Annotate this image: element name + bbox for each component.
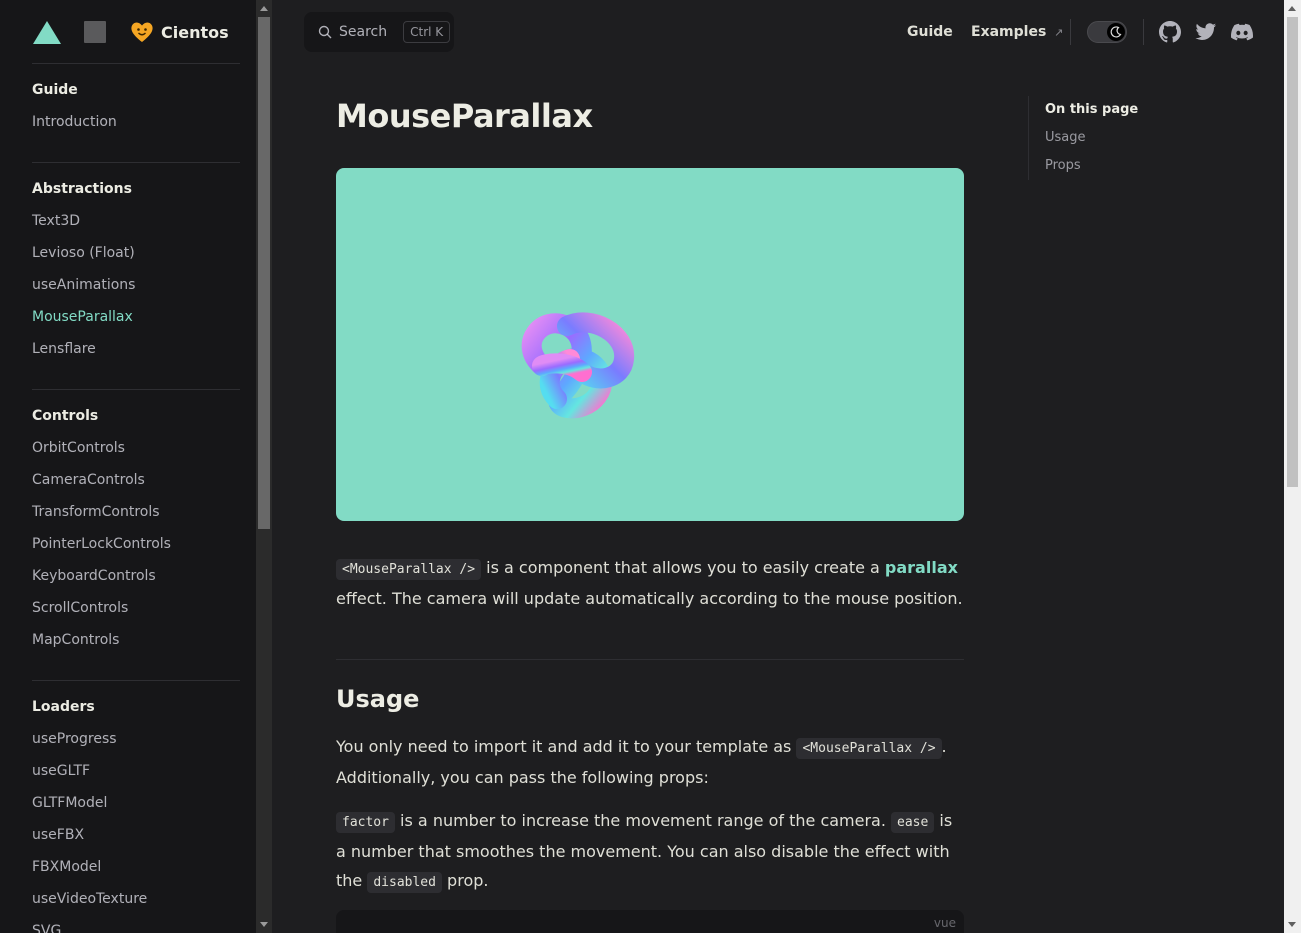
code-lang-label: vue <box>933 916 956 930</box>
sidebar-item-mouseparallax[interactable]: MouseParallax <box>32 301 240 333</box>
code-block[interactable]: vue <box>336 910 964 933</box>
sidebar-section-controls: Controls OrbitControls CameraControls Tr… <box>32 404 240 656</box>
sidebar-item-cameracontrols[interactable]: CameraControls <box>32 464 240 496</box>
inline-code: ease <box>891 812 935 833</box>
sidebar-divider <box>32 162 240 163</box>
sidebar-divider <box>32 680 240 681</box>
dark-mode-toggle[interactable] <box>1087 21 1127 43</box>
nav-guide-link[interactable]: Guide <box>907 20 953 44</box>
nav-examples-label: Examples <box>971 24 1047 40</box>
heart-logo-icon[interactable] <box>129 19 155 45</box>
moon-icon <box>1107 23 1125 41</box>
brand-name[interactable]: Cientos <box>161 23 229 42</box>
page-title: MouseParallax <box>336 97 593 135</box>
props-paragraph: factor is a number to increase the movem… <box>336 806 956 897</box>
sidebar: Cientos Guide Introduction Abstractions … <box>0 0 256 933</box>
props-text: is a number to increase the movement ran… <box>394 811 892 830</box>
page-scrollbar[interactable] <box>1284 0 1301 933</box>
sidebar-item-introduction[interactable]: Introduction <box>32 106 240 138</box>
sidebar-item-usevideotexture[interactable]: useVideoTexture <box>32 883 240 915</box>
sidebar-item-levioso[interactable]: Levioso (Float) <box>32 237 240 269</box>
nav-divider <box>1143 19 1144 45</box>
usage-heading: Usage <box>336 685 420 713</box>
search-button[interactable]: Search Ctrl K <box>304 12 454 52</box>
scrollbar-thumb[interactable] <box>1287 17 1298 487</box>
torus-knot-image <box>521 312 635 419</box>
sidebar-section-guide: Guide Introduction <box>32 78 240 138</box>
outline-item-usage[interactable]: Usage <box>1045 124 1228 152</box>
sidebar-item-fbxmodel[interactable]: FBXModel <box>32 851 240 883</box>
scroll-down-arrow-icon[interactable] <box>260 922 268 927</box>
page-outline: On this page Usage Props <box>1028 96 1228 180</box>
sidebar-item-lensflare[interactable]: Lensflare <box>32 333 240 365</box>
twitter-icon[interactable] <box>1195 21 1217 43</box>
sidebar-item-pointerlockcontrols[interactable]: PointerLockControls <box>32 528 240 560</box>
usage-paragraph: You only need to import it and add it to… <box>336 732 956 792</box>
parallax-demo-canvas[interactable] <box>336 168 964 521</box>
intro-text: is a component that allows you to easily… <box>481 558 885 577</box>
search-shortcut: Ctrl K <box>403 21 451 43</box>
intro-paragraph: <MouseParallax /> is a component that al… <box>336 553 964 613</box>
sidebar-item-mapcontrols[interactable]: MapControls <box>32 624 240 656</box>
sidebar-item-usegltf[interactable]: useGLTF <box>32 755 240 787</box>
scroll-up-arrow-icon[interactable] <box>1288 6 1296 11</box>
square-icon <box>84 21 106 43</box>
external-link-icon: ↗ <box>1054 26 1064 39</box>
search-label: Search <box>339 24 388 40</box>
discord-icon[interactable] <box>1231 21 1253 43</box>
props-text: prop. <box>441 871 489 890</box>
sidebar-section-title: Abstractions <box>32 181 132 197</box>
github-icon[interactable] <box>1159 21 1181 43</box>
sidebar-divider <box>32 389 240 390</box>
sidebar-item-keyboardcontrols[interactable]: KeyboardControls <box>32 560 240 592</box>
inline-code: <MouseParallax /> <box>796 738 942 759</box>
nav-divider <box>1070 19 1071 45</box>
sidebar-section-title: Loaders <box>32 699 95 715</box>
sidebar-item-useprogress[interactable]: useProgress <box>32 723 240 755</box>
usage-text: You only need to import it and add it to… <box>336 737 797 756</box>
outline-item-props[interactable]: Props <box>1045 152 1228 180</box>
inline-code: <MouseParallax /> <box>336 559 482 580</box>
sidebar-item-text3d[interactable]: Text3D <box>32 205 240 237</box>
scroll-up-arrow-icon[interactable] <box>260 6 268 11</box>
parallax-link[interactable]: parallax <box>885 558 958 577</box>
sidebar-divider <box>32 63 240 64</box>
scroll-down-arrow-icon[interactable] <box>1288 922 1296 927</box>
sidebar-section-title: Guide <box>32 82 78 98</box>
scrollbar-thumb[interactable] <box>258 17 270 529</box>
sidebar-section-abstractions: Abstractions Text3D Levioso (Float) useA… <box>32 177 240 365</box>
inline-code: factor <box>336 812 395 833</box>
sidebar-section-title: Controls <box>32 408 99 424</box>
inline-code: disabled <box>367 872 442 893</box>
sidebar-item-svg[interactable]: SVG <box>32 915 240 933</box>
sidebar-section-loaders: Loaders useProgress useGLTF GLTFModel us… <box>32 695 240 933</box>
sidebar-item-transformcontrols[interactable]: TransformControls <box>32 496 240 528</box>
sidebar-item-orbitcontrols[interactable]: OrbitControls <box>32 432 240 464</box>
tres-triangle-icon[interactable] <box>32 18 62 46</box>
section-divider <box>336 659 964 660</box>
sidebar-item-usefbx[interactable]: useFBX <box>32 819 240 851</box>
intro-text: effect. The camera will update automatic… <box>336 589 963 608</box>
sidebar-scrollbar[interactable] <box>256 0 272 933</box>
nav-examples-link[interactable]: Examples ↗ <box>971 20 1063 44</box>
sidebar-item-useanimations[interactable]: useAnimations <box>32 269 240 301</box>
sidebar-item-scrollcontrols[interactable]: ScrollControls <box>32 592 240 624</box>
search-icon <box>318 25 332 39</box>
outline-title: On this page <box>1045 102 1139 117</box>
sidebar-item-gltfmodel[interactable]: GLTFModel <box>32 787 240 819</box>
logo-row: Cientos <box>32 18 240 46</box>
